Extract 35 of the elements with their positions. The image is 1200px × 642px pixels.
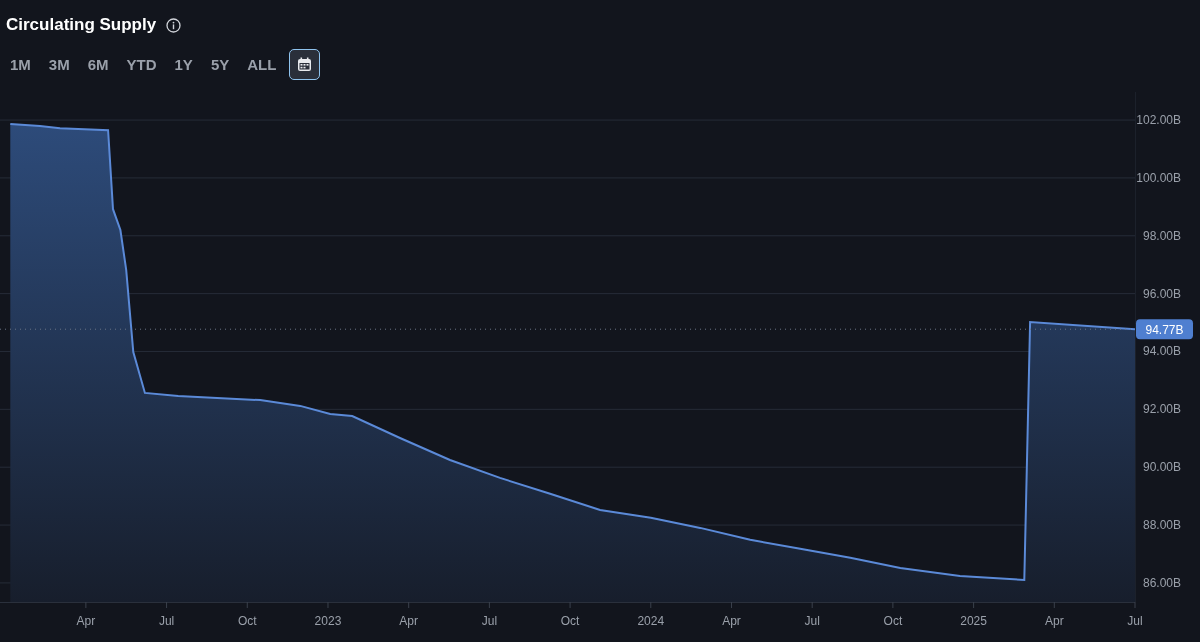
x-axis-label: Oct [237, 614, 257, 628]
x-axis-label: Oct [560, 614, 580, 628]
x-axis-label: Apr [76, 614, 96, 628]
range-button[interactable]: 1Y [167, 50, 200, 78]
x-axis-label: 2024 [637, 614, 665, 628]
range-button[interactable]: ALL [240, 50, 284, 78]
x-axis-label: 2025 [960, 614, 987, 628]
x-axis-label: 2023 [314, 614, 342, 628]
x-axis-label: Jul [158, 614, 175, 628]
y-axis-label: 92.00B [1142, 402, 1181, 417]
range-button[interactable]: 6M [80, 50, 116, 78]
info-icon[interactable] [166, 17, 182, 33]
range-button[interactable]: 5Y [203, 50, 237, 78]
y-axis-label: 100.00B [1136, 170, 1181, 185]
y-axis-label: 102.00B [1136, 113, 1181, 128]
y-axis-label: 86.00B [1142, 575, 1181, 590]
y-axis-label: 88.00B [1142, 518, 1181, 533]
x-axis-label: Oct [883, 614, 903, 628]
x-axis-label: Apr [722, 614, 741, 628]
x-axis-label: Jul [481, 614, 498, 628]
calendar-icon [297, 56, 313, 72]
y-axis-label: 90.00B [1142, 460, 1181, 475]
y-axis-label: 96.00B [1142, 286, 1181, 301]
x-axis-label: Apr [399, 614, 418, 628]
range-button[interactable]: 3M [41, 50, 77, 78]
x-axis-label: Jul [804, 614, 820, 628]
range-button[interactable]: 1M [3, 50, 38, 78]
range-button[interactable]: YTD [119, 50, 164, 78]
y-axis-label: 94.00B [1142, 344, 1181, 359]
y-axis-label: 98.00B [1142, 228, 1181, 243]
current-value-tag: 94.77B [1136, 319, 1193, 340]
calendar-button[interactable] [289, 48, 321, 80]
chart-title: Circulating Supply [6, 15, 157, 35]
x-axis-label: Jul [1127, 614, 1143, 628]
x-axis-label: Apr [1044, 614, 1064, 628]
